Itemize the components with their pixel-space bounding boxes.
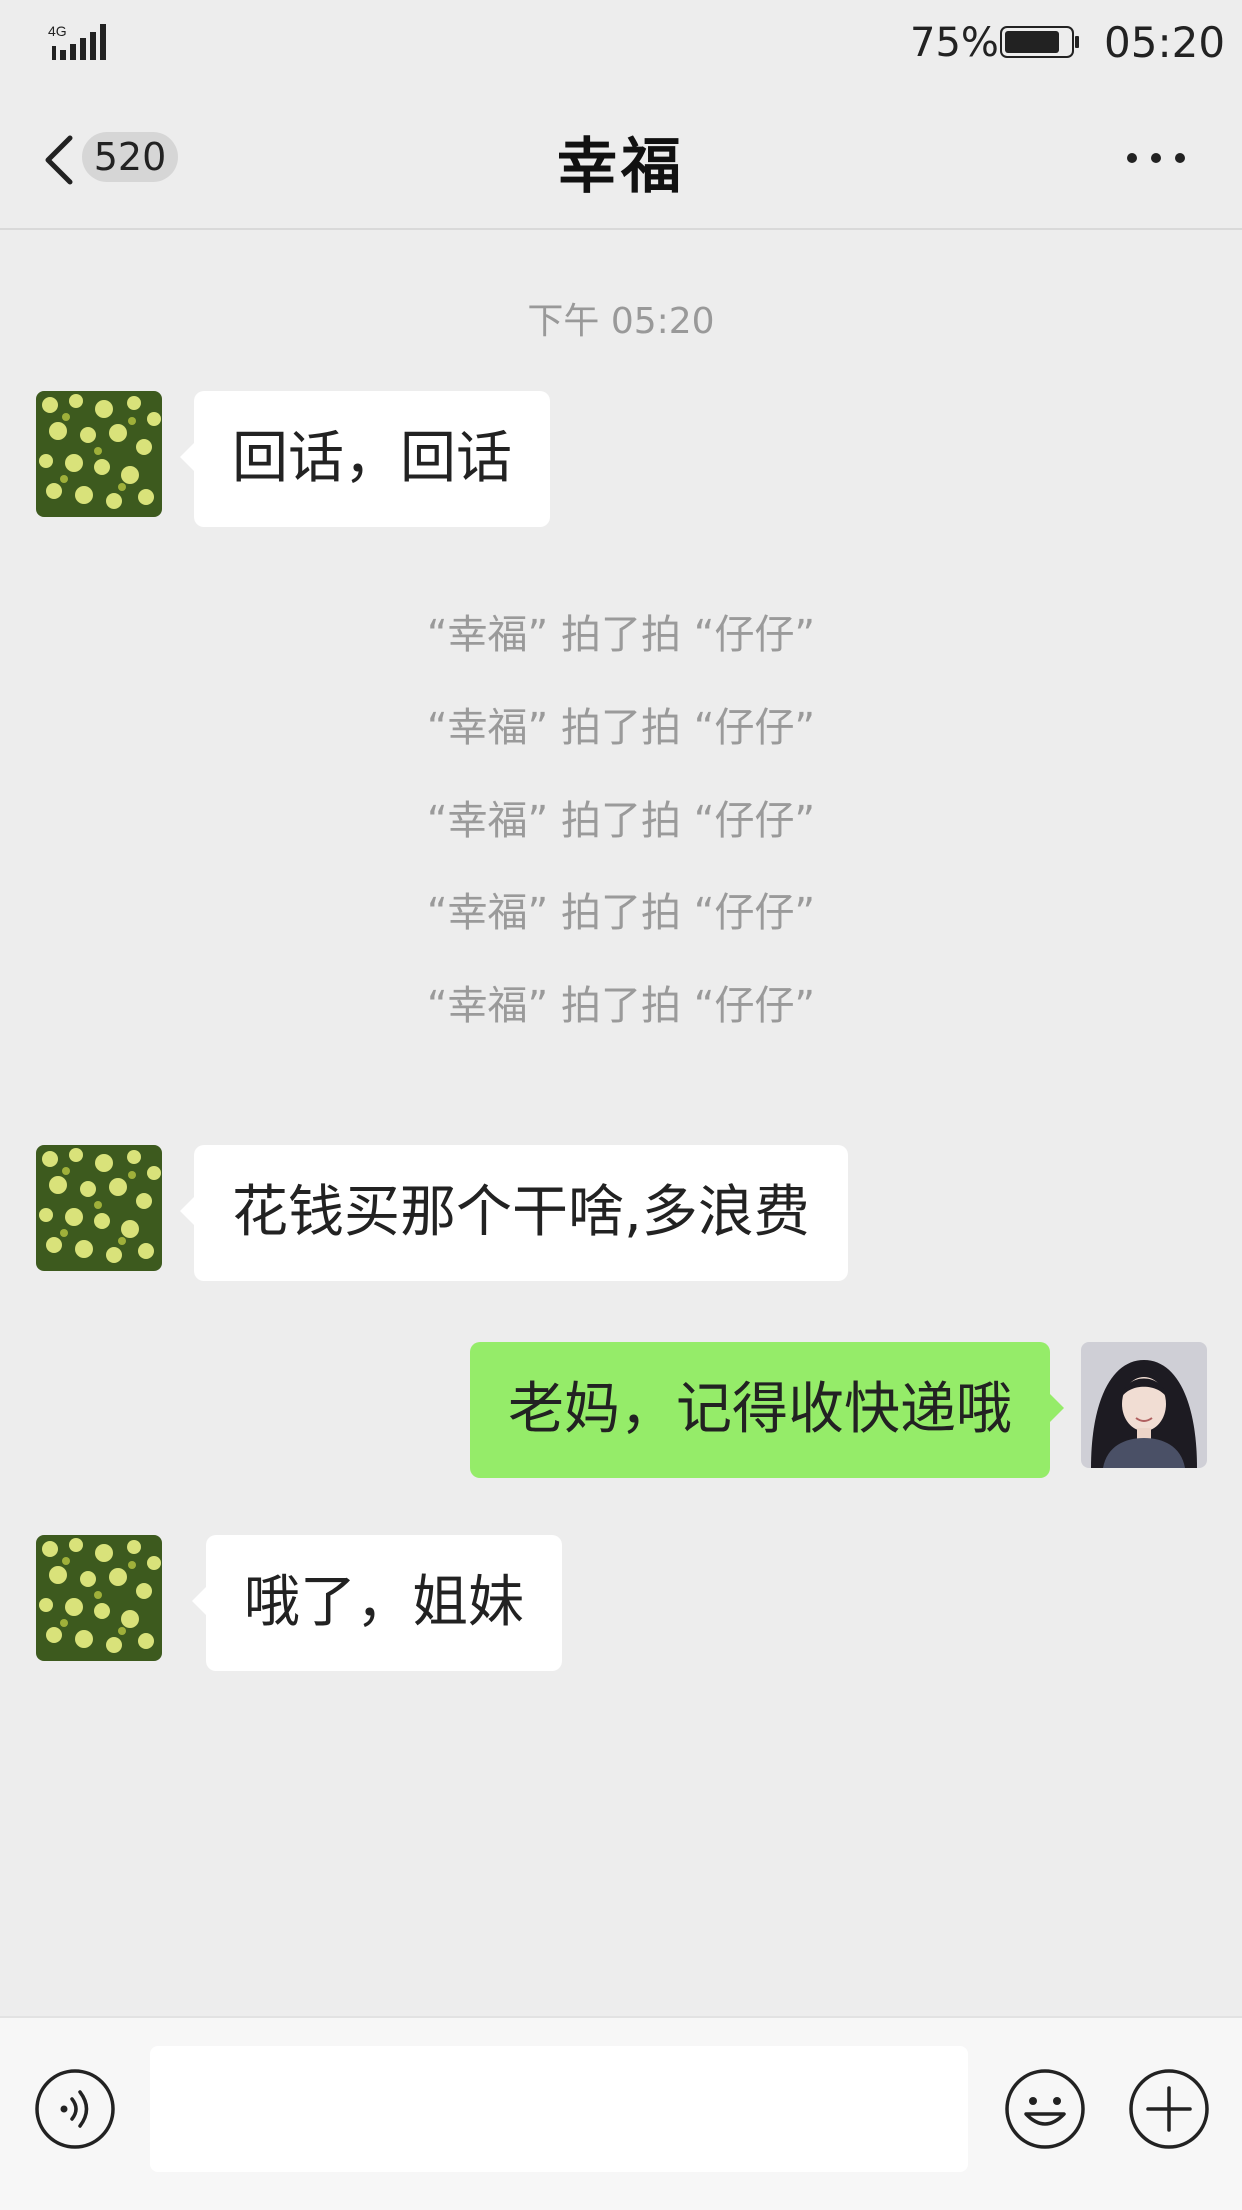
status-time: 05:20 — [1104, 18, 1226, 67]
chat-header: 520 幸福 — [0, 90, 1242, 230]
pat-notice: “幸福” 拍了拍 “仔仔” — [426, 612, 816, 658]
contact-avatar[interactable] — [36, 1535, 162, 1661]
signal-icon: 4G — [48, 23, 106, 60]
received-message-bubble[interactable]: 哦了，姐妹 — [192, 1535, 562, 1671]
more-options-icon[interactable] — [1124, 148, 1188, 168]
contact-avatar[interactable] — [36, 1145, 162, 1271]
pat-notice: “幸福” 拍了拍 “仔仔” — [426, 705, 816, 751]
status-bar: 4G 75% 05:20 — [0, 0, 1242, 90]
received-message-bubble[interactable]: 花钱买那个干啥,多浪费 — [180, 1145, 848, 1281]
contact-avatar[interactable] — [36, 391, 162, 517]
message-timestamp: 下午 05:20 — [527, 301, 715, 342]
received-message-bubble[interactable]: 回话，回话 — [180, 391, 550, 527]
plus-icon[interactable] — [1128, 2068, 1210, 2150]
chat-title: 幸福 — [557, 132, 685, 202]
network-label: 4G — [48, 23, 67, 39]
battery-icon — [1000, 26, 1079, 58]
pat-notice: “幸福” 拍了拍 “仔仔” — [426, 890, 816, 936]
input-bar — [0, 2016, 1242, 2210]
user-avatar[interactable] — [1081, 1342, 1207, 1468]
voice-input-icon[interactable] — [34, 2068, 116, 2150]
emoji-icon[interactable] — [1004, 2068, 1086, 2150]
message-input[interactable] — [150, 2046, 968, 2172]
sent-message-bubble[interactable]: 老妈，记得收快递哦 — [470, 1342, 1064, 1478]
pat-notice: “幸福” 拍了拍 “仔仔” — [426, 983, 816, 1029]
battery-percent: 75% — [910, 20, 999, 66]
pat-notice: “幸福” 拍了拍 “仔仔” — [426, 798, 816, 844]
